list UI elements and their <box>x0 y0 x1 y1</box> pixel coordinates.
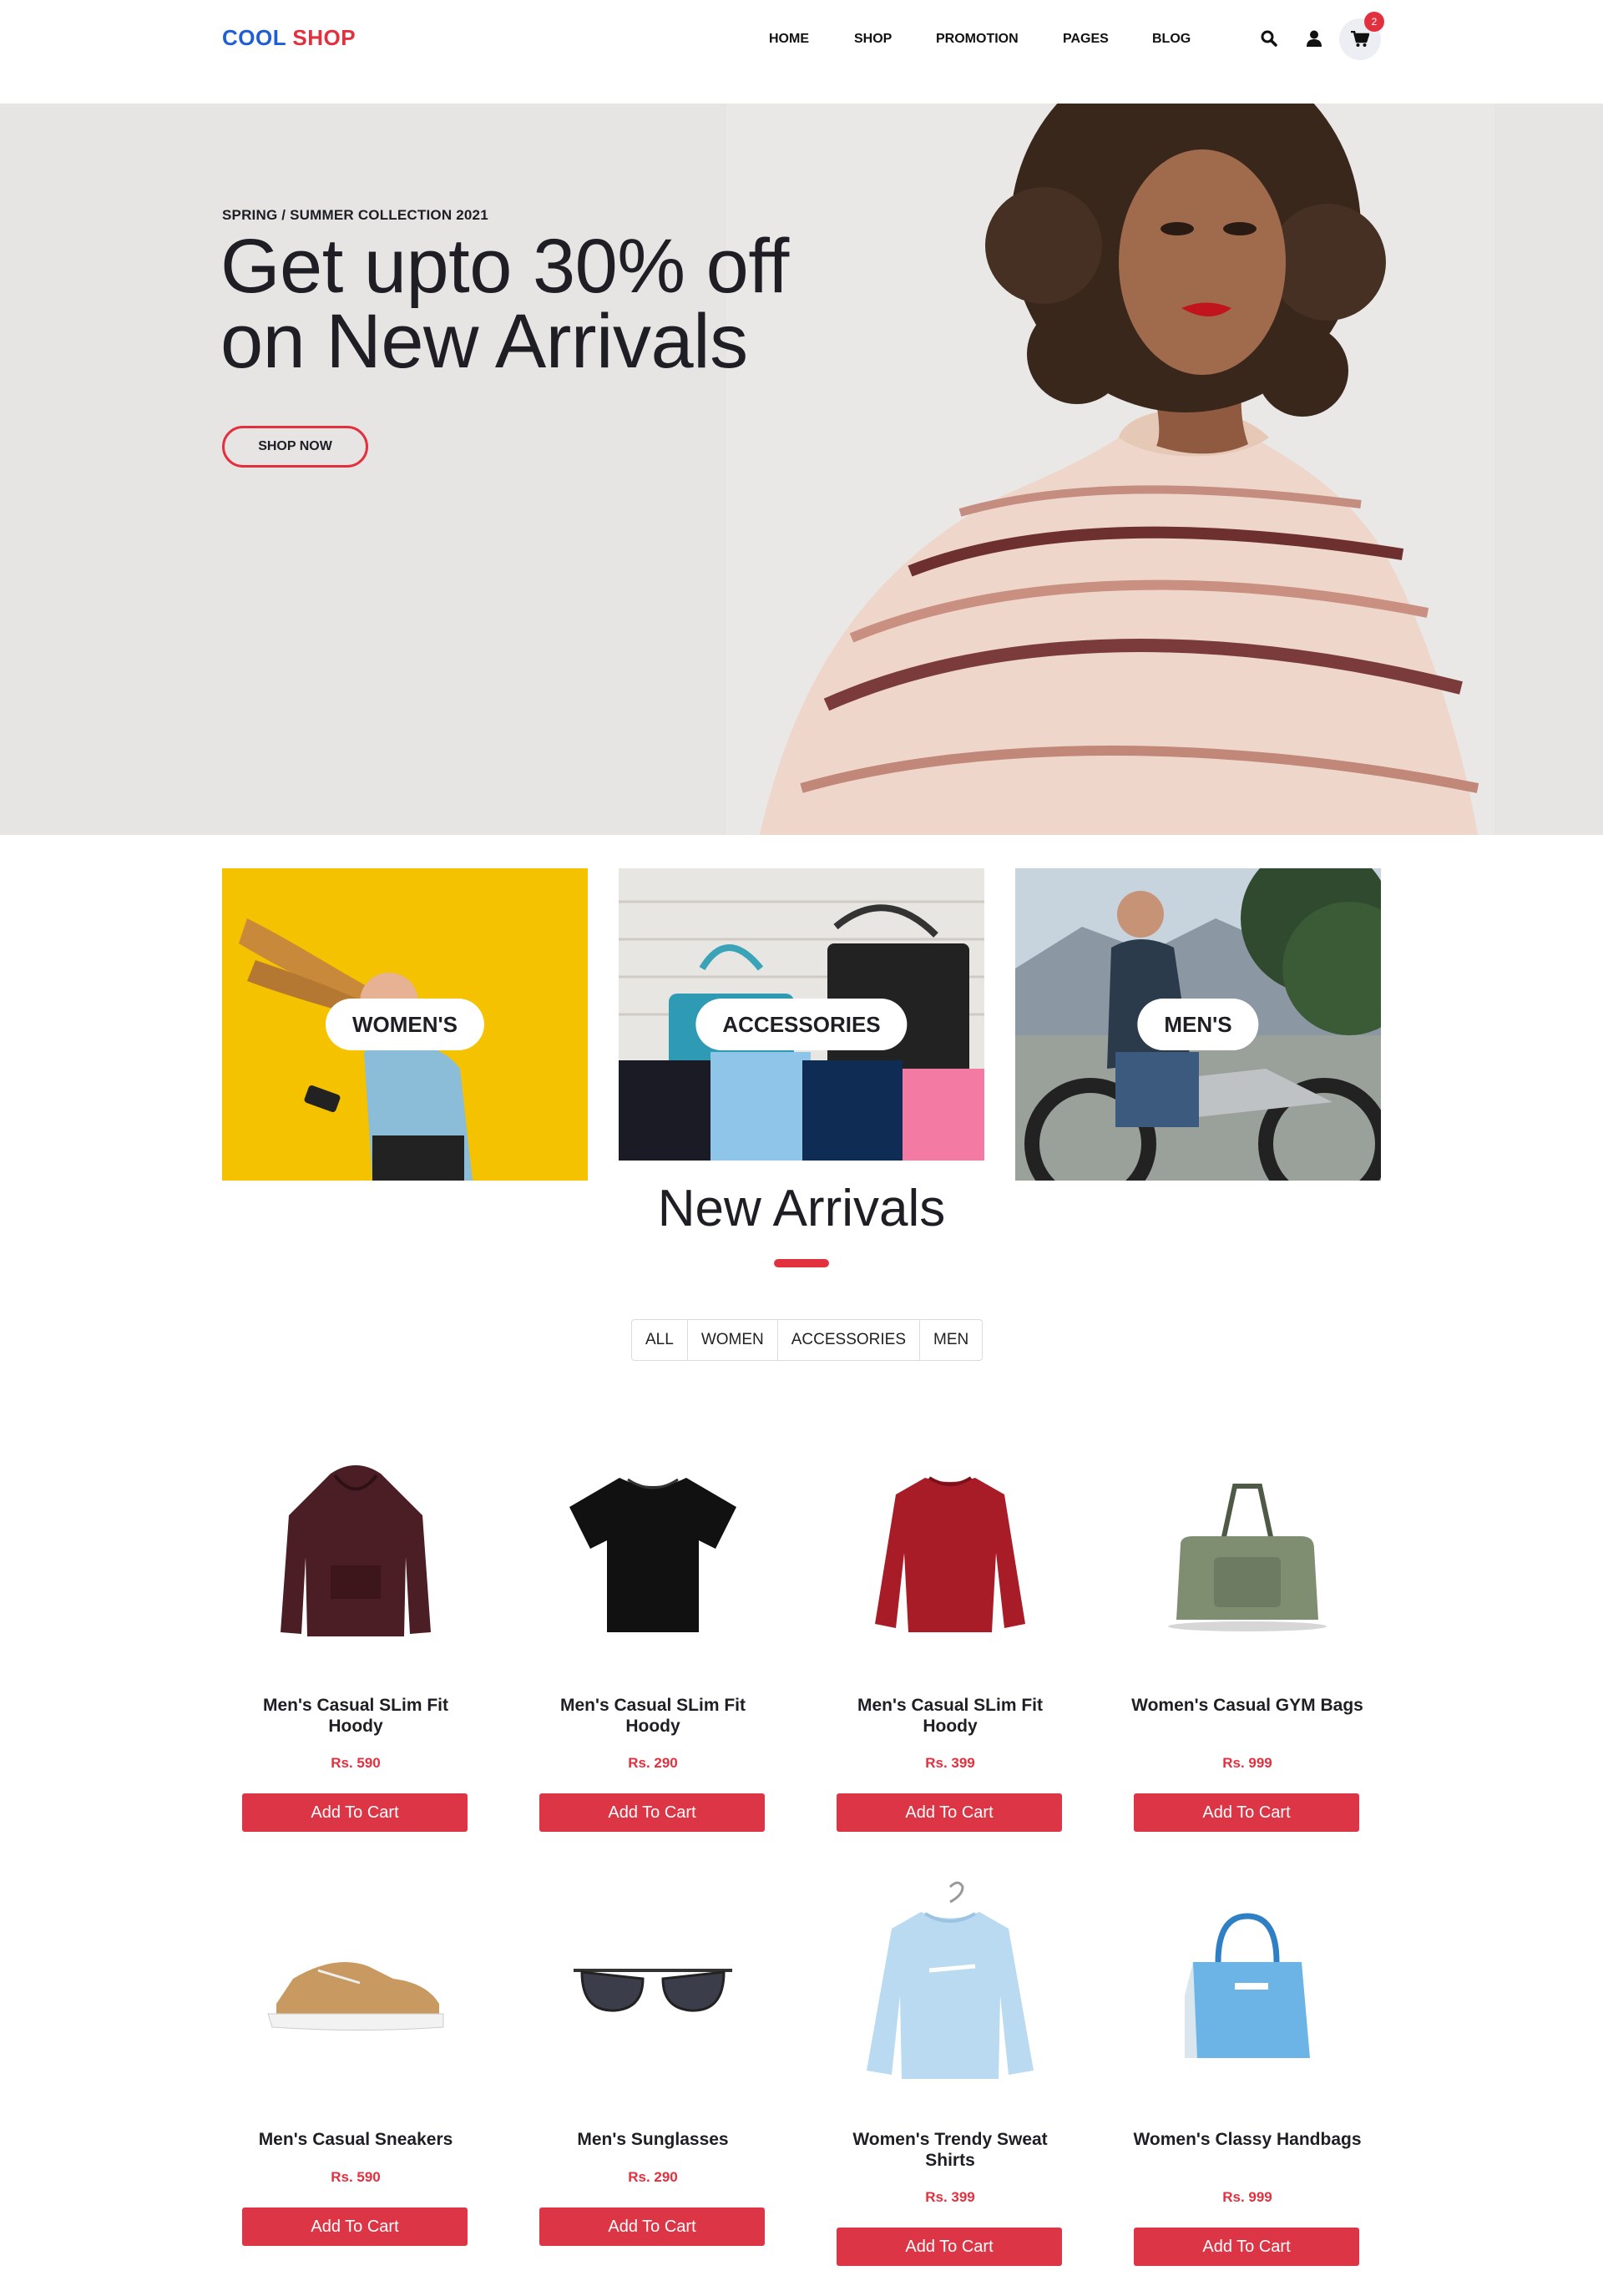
hero-title-line-2: on New Arrivals <box>220 299 748 384</box>
product-card: Men's Sunglasses Rs. 290 Add To Cart <box>528 1879 778 2271</box>
category-accessories[interactable]: ACCESSORIES <box>619 868 984 1181</box>
product-price: Rs. 290 <box>628 2169 678 2185</box>
filter-accessories[interactable]: ACCESSORIES <box>778 1320 921 1360</box>
category-womens[interactable]: WOMEN'S <box>222 868 588 1181</box>
hero-title: Get upto 30% off on New Arrivals <box>220 224 855 384</box>
user-icon[interactable] <box>1304 28 1324 48</box>
hoody-product-image[interactable] <box>230 1444 481 1661</box>
sneaker-product-image[interactable] <box>230 1879 481 2096</box>
product-name: Women's Trendy Sweat Shirts <box>852 2130 1048 2170</box>
handbag-product-image[interactable] <box>1122 1879 1373 2096</box>
nav-pages[interactable]: PAGES <box>1063 32 1109 47</box>
category-label-womens: WOMEN'S <box>325 999 485 1050</box>
add-to-cart-button[interactable]: Add To Cart <box>1134 1793 1359 1832</box>
new-arrivals-title: New Arrivals <box>657 1180 946 1237</box>
category-label-mens: MEN'S <box>1137 999 1259 1050</box>
add-to-cart-button[interactable]: Add To Cart <box>242 2207 468 2246</box>
nav-home[interactable]: HOME <box>769 32 809 47</box>
add-to-cart-button[interactable]: Add To Cart <box>837 2228 1062 2266</box>
filter-men[interactable]: MEN <box>920 1320 982 1360</box>
product-card: Men's Casual SLim Fit Hoody Rs. 590 Add … <box>230 1444 481 1837</box>
sunglasses-product-image[interactable] <box>528 1879 778 2096</box>
product-name: Men's Casual Sneakers <box>258 2130 453 2149</box>
product-price: Rs. 290 <box>628 1755 678 1771</box>
product-price: Rs. 590 <box>331 2169 381 2185</box>
gym-bag-product-image[interactable] <box>1122 1444 1373 1661</box>
cart-count-badge: 2 <box>1364 12 1384 32</box>
product-card: Women's Classy Handbags Rs. 999 Add To C… <box>1122 1879 1373 2271</box>
sweatshirt-product-image[interactable] <box>825 1879 1075 2096</box>
nav-blog[interactable]: BLOG <box>1152 32 1191 47</box>
filter-women[interactable]: WOMEN <box>688 1320 778 1360</box>
product-price: Rs. 590 <box>331 1755 381 1771</box>
add-to-cart-button[interactable]: Add To Cart <box>539 1793 765 1832</box>
product-price: Rs. 999 <box>1222 2189 1272 2205</box>
product-name: Women's Casual GYM Bags <box>1131 1696 1363 1715</box>
search-icon[interactable] <box>1259 28 1279 48</box>
product-card: Men's Casual SLim Fit Hoody Rs. 399 Add … <box>825 1444 1075 1837</box>
product-name: Men's Casual SLim Fit Hoody <box>262 1696 449 1736</box>
site-logo[interactable]: COOL SHOP <box>222 25 356 51</box>
cart-icon <box>1351 31 1369 47</box>
title-underline <box>774 1259 829 1267</box>
logo-part-shop: SHOP <box>292 25 357 50</box>
hero-title-line-1: Get upto 30% off <box>220 224 789 309</box>
hero-subtitle: SPRING / SUMMER COLLECTION 2021 <box>222 207 488 223</box>
sweater-product-image[interactable] <box>825 1444 1075 1661</box>
product-name: Men's Casual SLim Fit Hoody <box>559 1696 746 1736</box>
cart-button[interactable]: 2 <box>1339 12 1384 60</box>
product-name: Men's Casual SLim Fit Hoody <box>857 1696 1044 1736</box>
product-price: Rs. 999 <box>1222 1755 1272 1771</box>
product-price: Rs. 399 <box>925 2189 975 2205</box>
site-header: COOL SHOP HOME SHOP PROMOTION PAGES BLOG… <box>0 0 1603 104</box>
product-price: Rs. 399 <box>925 1755 975 1771</box>
product-card: Women's Casual GYM Bags Rs. 999 Add To C… <box>1122 1444 1373 1837</box>
filter-all[interactable]: ALL <box>632 1320 688 1360</box>
shop-now-button[interactable]: SHOP NOW <box>222 426 368 468</box>
add-to-cart-button[interactable]: Add To Cart <box>837 1793 1062 1832</box>
hero-model-image <box>726 104 1494 835</box>
hero-banner: SPRING / SUMMER COLLECTION 2021 Get upto… <box>0 104 1603 835</box>
filter-tabs: ALL WOMEN ACCESSORIES MEN <box>631 1319 984 1361</box>
product-name: Women's Classy Handbags <box>1133 2130 1362 2149</box>
nav-promotion[interactable]: PROMOTION <box>936 32 1019 47</box>
product-card: Women's Trendy Sweat Shirts Rs. 399 Add … <box>825 1879 1075 2271</box>
add-to-cart-button[interactable]: Add To Cart <box>539 2207 765 2246</box>
product-card: Men's Casual Sneakers Rs. 590 Add To Car… <box>230 1879 481 2271</box>
category-mens[interactable]: MEN'S <box>1015 868 1381 1181</box>
tshirt-product-image[interactable] <box>528 1444 778 1661</box>
add-to-cart-button[interactable]: Add To Cart <box>242 1793 468 1832</box>
product-name: Men's Sunglasses <box>577 2130 729 2149</box>
product-card: Men's Casual SLim Fit Hoody Rs. 290 Add … <box>528 1444 778 1837</box>
logo-part-cool: COOL <box>222 25 286 50</box>
nav-shop[interactable]: SHOP <box>854 32 892 47</box>
category-label-accessories: ACCESSORIES <box>695 999 908 1050</box>
add-to-cart-button[interactable]: Add To Cart <box>1134 2228 1359 2266</box>
